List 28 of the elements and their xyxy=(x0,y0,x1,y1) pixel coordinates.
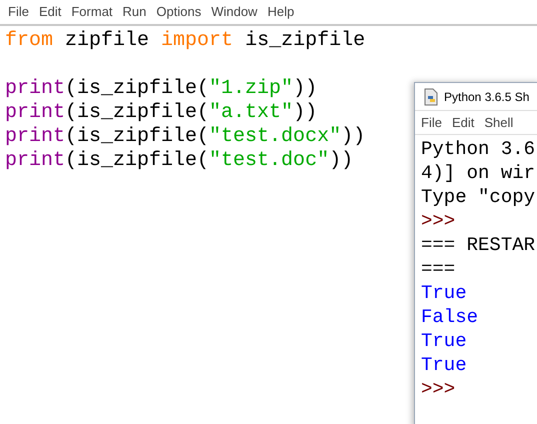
code-line: print(is_zipfile("1.zip")) xyxy=(5,77,318,101)
menu-item[interactable]: Format xyxy=(67,2,119,22)
menu-item[interactable]: Window xyxy=(207,2,264,22)
shell-text: === RESTAR xyxy=(421,234,536,256)
shell-output: True xyxy=(421,354,467,376)
shell-text: 4)] on wir xyxy=(421,162,536,184)
shell-prompt: >>> xyxy=(421,378,456,400)
menu-item[interactable]: Shell xyxy=(480,112,520,132)
shell-output: True xyxy=(421,282,467,304)
code-line: from zipfile import is_zipfile xyxy=(5,29,366,53)
menu-item[interactable]: Run xyxy=(118,2,152,22)
code-line: print(is_zipfile("a.txt")) xyxy=(5,101,318,125)
shell-text: Type "copy xyxy=(421,186,536,208)
python-file-icon xyxy=(423,88,439,106)
menu-item[interactable]: Help xyxy=(263,2,300,22)
shell-output: True xyxy=(421,330,467,352)
shell-output: False xyxy=(421,306,478,328)
window-title: Python 3.6.5 Sh xyxy=(444,88,530,106)
menu-item[interactable]: Edit xyxy=(34,2,68,22)
menu-item[interactable]: File xyxy=(4,2,35,22)
menu-item[interactable]: Edit xyxy=(448,112,480,132)
menu-item[interactable]: File xyxy=(417,112,448,132)
menu-item[interactable]: Options xyxy=(152,2,208,22)
code-line: print(is_zipfile("test.docx")) xyxy=(5,125,366,149)
code-line: print(is_zipfile("test.doc")) xyxy=(5,149,354,173)
shell-text: Python 3.6 xyxy=(421,138,536,160)
shell-text: === xyxy=(421,258,456,280)
shell-prompt: >>> xyxy=(421,210,456,232)
